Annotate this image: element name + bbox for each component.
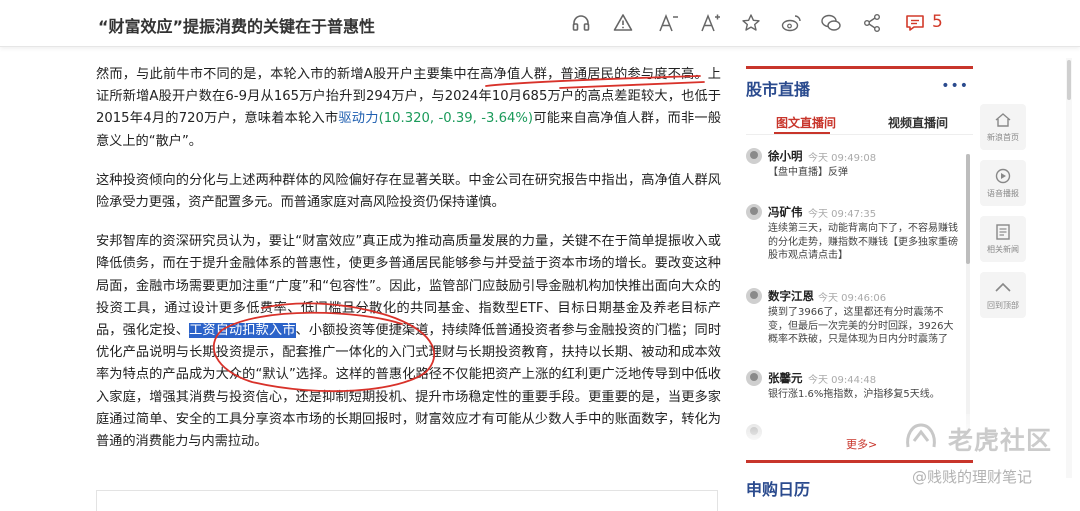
nav-news[interactable]: 相关新闻 [980,216,1026,262]
post-body[interactable]: 摸到了3966了，这里都还有分时震荡不变，但最后一次完美的分时回踩，3926大概… [768,306,958,347]
font-increase-icon[interactable] [699,11,723,35]
stock-link[interactable]: 驱动力 [338,111,378,126]
post-time: 今天 09:44:48 [808,375,877,386]
section-title[interactable]: 申购日历 [746,476,810,500]
more-icon[interactable]: ••• [941,78,969,94]
comment-count[interactable]: 5 [932,12,943,32]
next-section-box [96,490,718,511]
nav-home[interactable]: 新浪首页 [980,104,1026,150]
avatar[interactable] [746,148,762,164]
warning-icon[interactable] [611,11,635,35]
audio-icon [994,168,1012,184]
author-name[interactable]: 冯矿伟 [768,204,803,220]
tab-video-live[interactable]: 视频直播间 [888,114,948,131]
article-paragraph: 然而，与此前牛市不同的是，本轮入市的新增A股开户主要集中在高净值人群，普通居民的… [96,64,721,153]
section-divider [746,460,973,463]
nav-label: 语音播报 [987,188,1019,198]
headphones-icon[interactable] [569,11,593,35]
tiger-logo-icon [906,423,936,448]
author-name[interactable]: 张馨元 [768,370,803,386]
watermark-author: @贱贱的理财笔记 [912,468,1033,486]
live-sidebar: 股市直播 ••• 图文直播间 视频直播间 徐小明 今天 09:49:08 【盘中… [746,66,973,500]
feed-scrollbar-thumb[interactable] [966,154,970,264]
news-icon [994,223,1012,240]
page-title: “财富效应”提振消费的关键在于普惠性 [98,17,376,36]
avatar[interactable] [746,288,762,304]
post-body[interactable]: 连续第三天，动能背离向下了，不容易赚钱的分化走势，赚指数不赚钱【更多独家重磅股市… [768,222,958,263]
avatar[interactable] [746,204,762,220]
more-button[interactable]: 更多> [846,436,877,452]
share-icon[interactable] [860,11,884,35]
nav-label: 新浪首页 [987,132,1019,142]
font-decrease-icon[interactable] [657,11,681,35]
post-time: 今天 09:49:08 [808,153,877,164]
author-name[interactable]: 数字江恩 [768,288,814,304]
post-body[interactable]: 【盘中直播】反弹 [768,166,958,180]
post-time: 今天 09:46:06 [818,293,887,304]
section-title[interactable]: 股市直播 [746,76,810,100]
article-paragraph: 安邦智库的资深研究员认为，要让“财富效应”真正成为推动高质量发展的力量，关键不在… [96,231,721,453]
live-tabs: 图文直播间 视频直播间 [746,110,973,135]
post-time: 今天 09:47:35 [808,209,877,220]
post-body[interactable]: 银行涨1.6%拖指数，沪指移复5天线。 [768,388,958,402]
article-body: 然而，与此前牛市不同的是，本轮入市的新增A股开户主要集中在高净值人群，普通居民的… [96,64,721,511]
tab-text-live[interactable]: 图文直播间 [776,114,836,131]
author-name[interactable]: 徐小明 [768,148,803,164]
article-paragraph: 这种投资倾向的分化与上述两种群体的风险偏好存在显著关联。中金公司在研究报告中指出… [96,172,721,211]
page-scrollbar-track[interactable] [1066,58,1072,478]
nav-audio[interactable]: 语音播报 [980,160,1026,206]
nav-back-to-top[interactable]: 回到顶部 [980,272,1026,318]
avatar[interactable] [746,370,762,386]
weibo-icon[interactable] [780,11,804,35]
article-header-bar: “财富效应”提振消费的关键在于普惠性 5 [0,0,1080,47]
comment-icon[interactable] [903,11,927,35]
page-scrollbar-thumb[interactable] [1067,60,1071,100]
home-icon [994,112,1012,128]
nav-label: 相关新闻 [987,244,1019,254]
stock-quote: (10.320, -0.39, -3.64%) [378,111,534,127]
back-to-top-icon [994,280,1012,296]
section-divider [746,66,973,69]
selected-text-highlight[interactable]: 工资自动扣款入市 [189,323,296,339]
watermark-brand: 老虎社区 [948,426,1053,455]
nav-label: 回到顶部 [987,300,1019,310]
wechat-icon[interactable] [819,11,843,35]
star-icon[interactable] [739,11,763,35]
active-tab-indicator [774,132,830,134]
paragraph-text: 、小额投资等便捷渠道，持续降低普通投资者参与金融投资的门槛；同时优化产品说明与长… [96,323,722,450]
live-feed: 徐小明 今天 09:49:08 【盘中直播】反弹 冯矿伟 今天 09:47:35… [746,148,964,444]
